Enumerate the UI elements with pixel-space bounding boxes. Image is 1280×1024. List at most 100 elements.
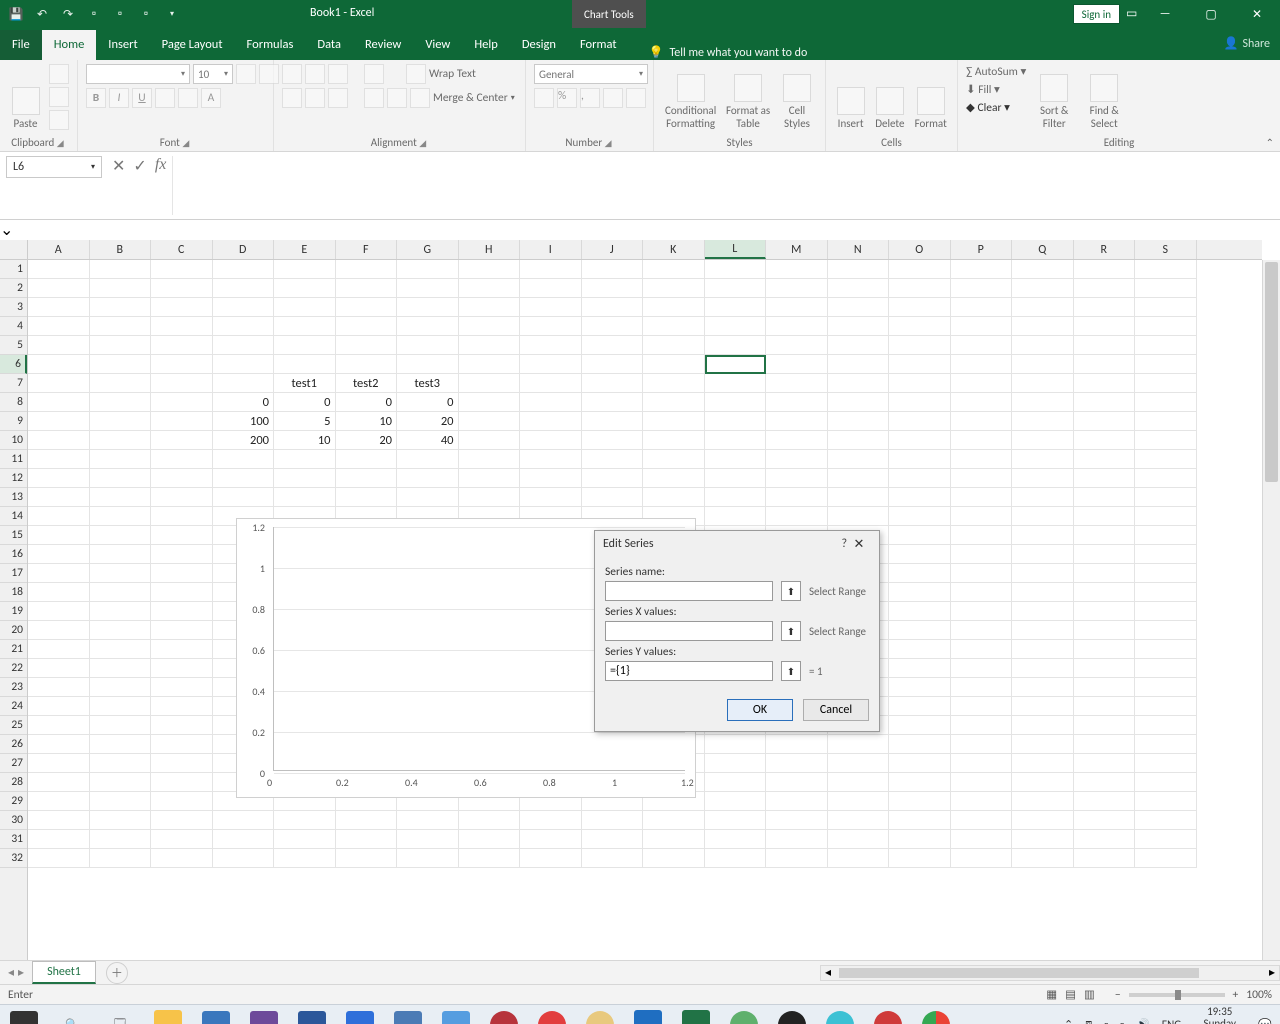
sheet-nav-next-icon[interactable]: ▸ xyxy=(18,965,24,980)
cell[interactable] xyxy=(90,621,152,640)
cell[interactable] xyxy=(889,526,951,545)
cell[interactable] xyxy=(951,317,1013,336)
cell[interactable] xyxy=(151,811,213,830)
cell[interactable] xyxy=(1135,317,1197,336)
cell[interactable] xyxy=(274,811,336,830)
cell[interactable] xyxy=(951,678,1013,697)
column-header[interactable]: D xyxy=(213,240,275,259)
cell[interactable] xyxy=(1074,583,1136,602)
cell[interactable] xyxy=(28,773,90,792)
cell[interactable] xyxy=(459,431,521,450)
cell[interactable] xyxy=(213,849,275,868)
cell[interactable] xyxy=(520,830,582,849)
cell[interactable] xyxy=(1135,450,1197,469)
qat-icon[interactable]: ▫ xyxy=(110,4,130,24)
undo-icon[interactable]: ↶ xyxy=(32,4,52,24)
cell[interactable]: 100 xyxy=(213,412,275,431)
row-header[interactable]: 7 xyxy=(0,374,27,393)
align-center-icon[interactable] xyxy=(305,88,325,108)
cell[interactable] xyxy=(889,602,951,621)
cell[interactable] xyxy=(889,279,951,298)
cell[interactable] xyxy=(90,355,152,374)
cell[interactable] xyxy=(705,754,767,773)
cell[interactable] xyxy=(151,545,213,564)
cell[interactable] xyxy=(1074,830,1136,849)
cell[interactable] xyxy=(1012,412,1074,431)
wrap-text-label[interactable]: Wrap Text xyxy=(429,67,476,81)
column-header[interactable]: B xyxy=(90,240,152,259)
cell[interactable] xyxy=(705,735,767,754)
cell[interactable] xyxy=(28,849,90,868)
tab-data[interactable]: Data xyxy=(305,30,353,60)
cell[interactable] xyxy=(1135,526,1197,545)
row-header[interactable]: 20 xyxy=(0,621,27,640)
cell[interactable] xyxy=(766,317,828,336)
cell[interactable]: 20 xyxy=(336,431,398,450)
cell[interactable] xyxy=(1135,697,1197,716)
decrease-decimal-icon[interactable] xyxy=(626,88,646,108)
cell[interactable] xyxy=(1012,431,1074,450)
cell[interactable] xyxy=(151,830,213,849)
zoom-slider[interactable] xyxy=(1129,993,1225,997)
series-name-input[interactable] xyxy=(605,581,773,601)
tab-help[interactable]: Help xyxy=(462,30,509,60)
cell[interactable] xyxy=(274,336,336,355)
cell[interactable] xyxy=(397,811,459,830)
cell[interactable] xyxy=(1135,393,1197,412)
cell[interactable] xyxy=(213,355,275,374)
cell[interactable] xyxy=(90,317,152,336)
cut-icon[interactable] xyxy=(49,64,69,84)
cell[interactable] xyxy=(90,754,152,773)
cell[interactable] xyxy=(705,773,767,792)
cell[interactable] xyxy=(28,621,90,640)
cell[interactable] xyxy=(520,849,582,868)
cell[interactable] xyxy=(1012,773,1074,792)
cell[interactable] xyxy=(28,678,90,697)
cell[interactable] xyxy=(336,469,398,488)
cell[interactable] xyxy=(1135,583,1197,602)
cell[interactable] xyxy=(643,355,705,374)
cancel-button[interactable]: Cancel xyxy=(803,699,869,721)
cell[interactable] xyxy=(643,374,705,393)
cell[interactable] xyxy=(459,260,521,279)
cell[interactable] xyxy=(520,450,582,469)
cell[interactable] xyxy=(705,469,767,488)
cell[interactable] xyxy=(582,317,644,336)
cell[interactable] xyxy=(336,336,398,355)
column-header[interactable]: P xyxy=(951,240,1013,259)
cell[interactable] xyxy=(1074,507,1136,526)
cell[interactable] xyxy=(951,621,1013,640)
zoom-in-icon[interactable]: + xyxy=(1233,988,1239,1002)
align-left-icon[interactable] xyxy=(282,88,302,108)
cell[interactable] xyxy=(643,412,705,431)
align-bottom-icon[interactable] xyxy=(328,64,348,84)
cell[interactable] xyxy=(705,260,767,279)
series-y-input[interactable] xyxy=(605,661,773,681)
cell[interactable] xyxy=(889,450,951,469)
scrollbar-thumb[interactable] xyxy=(1265,262,1278,482)
cell[interactable] xyxy=(1074,374,1136,393)
cell[interactable] xyxy=(397,849,459,868)
cell[interactable] xyxy=(951,336,1013,355)
cell[interactable] xyxy=(705,336,767,355)
cell[interactable] xyxy=(274,488,336,507)
cell[interactable] xyxy=(951,488,1013,507)
cell[interactable] xyxy=(459,849,521,868)
cell[interactable] xyxy=(1074,545,1136,564)
cell[interactable] xyxy=(889,830,951,849)
cell[interactable] xyxy=(459,412,521,431)
cell[interactable] xyxy=(459,317,521,336)
cell[interactable] xyxy=(828,507,890,526)
chevron-down-icon[interactable]: ▾ xyxy=(511,93,515,103)
cell[interactable] xyxy=(274,298,336,317)
paste-button[interactable]: Paste xyxy=(8,64,43,130)
app-icon[interactable] xyxy=(392,1009,424,1024)
cell[interactable] xyxy=(951,773,1013,792)
cell[interactable] xyxy=(643,830,705,849)
cell[interactable] xyxy=(1135,735,1197,754)
cell[interactable] xyxy=(889,260,951,279)
cell[interactable] xyxy=(1135,336,1197,355)
cell[interactable] xyxy=(90,507,152,526)
cell[interactable] xyxy=(28,488,90,507)
cell[interactable] xyxy=(151,355,213,374)
